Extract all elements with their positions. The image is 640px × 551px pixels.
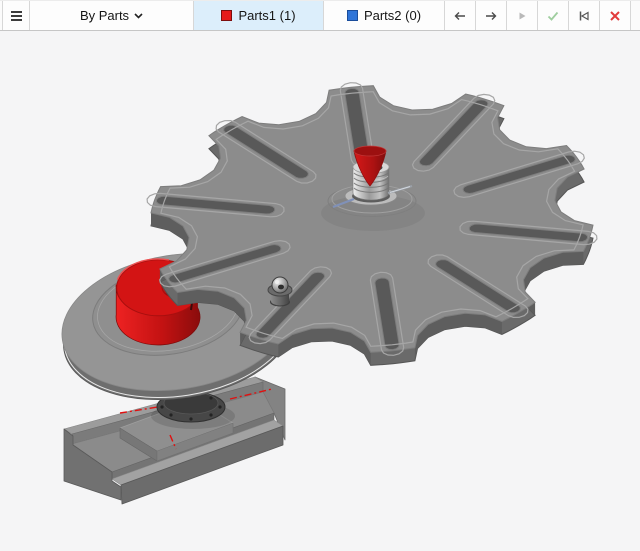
tab-parts2-label: Parts2 (0) — [364, 8, 421, 23]
toolbar-filler — [631, 1, 640, 30]
chevron-down-icon — [134, 13, 143, 19]
tab-parts1-label: Parts1 (1) — [238, 8, 295, 23]
back-button[interactable] — [445, 1, 476, 30]
arrow-left-icon — [452, 8, 468, 24]
check-icon — [545, 8, 561, 24]
group-mode-dropdown[interactable]: By Parts — [30, 1, 194, 30]
hamburger-icon — [11, 11, 22, 21]
model-viewport[interactable] — [0, 0, 640, 551]
parts1-color-swatch-icon — [221, 10, 232, 21]
arrow-right-icon — [483, 8, 499, 24]
tab-parts1[interactable]: Parts1 (1) — [194, 1, 324, 30]
play-icon — [514, 8, 530, 24]
play-button[interactable] — [507, 1, 538, 30]
close-x-icon — [607, 8, 623, 24]
to-start-button[interactable] — [569, 1, 600, 30]
accept-button[interactable] — [538, 1, 569, 30]
toolbar: By Parts Parts1 (1) Parts2 (0) — [0, 0, 640, 31]
group-mode-label: By Parts — [80, 8, 129, 23]
menu-button[interactable] — [2, 1, 30, 30]
parts2-color-swatch-icon — [347, 10, 358, 21]
skip-to-start-icon — [576, 8, 592, 24]
forward-button[interactable] — [476, 1, 507, 30]
tab-parts2[interactable]: Parts2 (0) — [324, 1, 445, 30]
close-button[interactable] — [600, 1, 631, 30]
